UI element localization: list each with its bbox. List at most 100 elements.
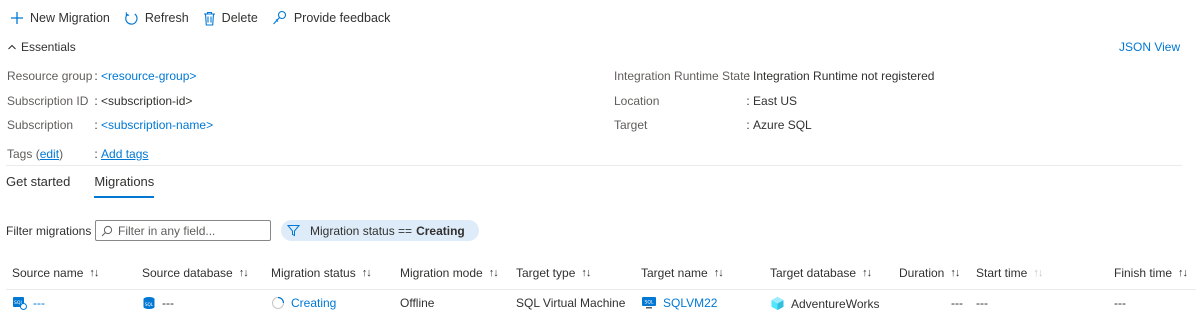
column-label: Target type xyxy=(516,266,576,280)
migration-status-link[interactable]: Creating xyxy=(291,296,336,310)
tags-edit-link[interactable]: edit xyxy=(40,147,59,161)
runtime-state-key: Integration Runtime State xyxy=(614,69,751,83)
migration-status-filter-pill[interactable]: Migration status == Creating xyxy=(281,220,479,241)
spinner-icon xyxy=(272,296,285,309)
filter-icon xyxy=(287,225,300,237)
tab-bar: Get started Migrations xyxy=(6,174,178,198)
delete-label: Delete xyxy=(221,11,258,25)
sort-icon: ↑↓ xyxy=(1033,267,1043,279)
resource-group-key: Resource group xyxy=(7,69,93,83)
cell-target-database: AdventureWorks xyxy=(770,296,879,311)
sort-icon: ↑↓ xyxy=(238,267,249,279)
column-label: Source name xyxy=(12,266,84,280)
column-label: Migration status xyxy=(271,266,356,280)
provide-feedback-button[interactable]: Provide feedback xyxy=(272,10,391,26)
subscription-id-row: Subscription ID : <subscription-id> xyxy=(7,94,193,108)
cell-finish-time: --- xyxy=(1114,296,1126,310)
column-finish-time[interactable]: Finish time ↑↓ xyxy=(1114,266,1188,280)
filter-input[interactable] xyxy=(118,223,268,238)
json-view-link[interactable]: JSON View xyxy=(1119,40,1180,54)
column-source-database[interactable]: Source database ↑↓ xyxy=(142,266,249,280)
column-start-time[interactable]: Start time ↑↓ xyxy=(976,266,1043,280)
sort-icon: ↑↓ xyxy=(361,267,372,279)
plus-icon xyxy=(11,12,23,24)
add-tags-link[interactable]: Add tags xyxy=(101,147,148,161)
chevron-up-icon xyxy=(8,44,16,50)
trash-icon xyxy=(203,11,215,26)
essentials-title: Essentials xyxy=(21,40,76,54)
target-key: Target xyxy=(614,118,648,132)
search-icon xyxy=(101,225,113,236)
target-name-link[interactable]: SQLVM22 xyxy=(663,296,717,310)
tab-get-started[interactable]: Get started xyxy=(6,174,70,198)
cell-start-time: --- xyxy=(976,296,988,310)
source-name-link[interactable]: --- xyxy=(33,296,45,310)
location-value: East US xyxy=(753,94,798,108)
resource-group-link[interactable]: <resource-group> xyxy=(101,69,196,83)
migration-mode-value: Offline xyxy=(400,296,435,310)
sort-icon: ↑↓ xyxy=(581,267,591,279)
sort-icon: ↑↓ xyxy=(713,267,724,279)
new-migration-button[interactable]: New Migration xyxy=(10,11,110,25)
column-target-type[interactable]: Target type ↑↓ xyxy=(516,266,591,280)
location-row: Location : East US xyxy=(614,94,798,108)
column-label: Start time xyxy=(976,266,1028,280)
sort-icon: ↑↓ xyxy=(89,267,99,279)
new-migration-label: New Migration xyxy=(30,11,110,25)
subscription-id-key: Subscription ID xyxy=(7,94,89,108)
sql-vm-icon: SQL xyxy=(642,297,656,309)
duration-value: --- xyxy=(951,296,963,310)
column-label: Duration xyxy=(899,266,945,280)
tab-migrations[interactable]: Migrations xyxy=(94,174,155,198)
delete-button[interactable]: Delete xyxy=(203,11,258,26)
subscription-row: Subscription : <subscription-name> xyxy=(7,118,214,132)
runtime-state-value: Integration Runtime not registered xyxy=(753,69,935,83)
essentials-toggle[interactable]: Essentials xyxy=(7,40,76,54)
filter-label: Filter migrations xyxy=(6,224,92,238)
target-row: Target : Azure SQL xyxy=(614,118,812,132)
cell-duration: --- xyxy=(951,296,963,310)
column-label: Source database xyxy=(142,266,233,280)
sql-server-icon: SQL xyxy=(13,297,27,310)
provide-feedback-label: Provide feedback xyxy=(293,11,391,25)
filter-box xyxy=(95,220,271,241)
finish-time-value: --- xyxy=(1114,296,1126,310)
refresh-icon xyxy=(125,11,138,25)
header-divider xyxy=(6,289,1196,290)
cell-migration-mode: Offline xyxy=(400,296,434,310)
column-target-name[interactable]: Target name ↑↓ xyxy=(641,266,724,280)
column-target-database[interactable]: Target database ↑↓ xyxy=(770,266,872,280)
target-type-value: SQL Virtual Machine xyxy=(516,296,626,310)
pill-value: Creating xyxy=(416,223,465,238)
sort-icon: ↑↓ xyxy=(862,267,872,279)
runtime-state-row: Integration Runtime State : Integration … xyxy=(614,69,935,83)
divider xyxy=(6,165,1182,166)
database-cube-icon xyxy=(771,297,784,310)
column-source-name[interactable]: Source name ↑↓ xyxy=(12,266,99,280)
column-label: Target database xyxy=(770,266,857,280)
column-label: Target name xyxy=(641,266,708,280)
sort-icon: ↑↓ xyxy=(488,267,499,279)
svg-text:SQL: SQL xyxy=(145,302,154,307)
refresh-button[interactable]: Refresh xyxy=(124,11,189,26)
tags-key: Tags (edit) xyxy=(7,147,64,161)
tags-label: Tags xyxy=(7,147,33,161)
pill-text: Migration status == xyxy=(310,223,413,238)
source-database-value: --- xyxy=(162,296,174,310)
column-migration-mode[interactable]: Migration mode ↑↓ xyxy=(400,266,499,280)
column-migration-status[interactable]: Migration status ↑↓ xyxy=(271,266,372,280)
column-label: Migration mode xyxy=(400,266,483,280)
refresh-label: Refresh xyxy=(144,11,189,25)
target-database-value: AdventureWorks xyxy=(791,296,880,311)
column-duration[interactable]: Duration ↑↓ xyxy=(899,266,960,280)
subscription-link[interactable]: <subscription-name> xyxy=(101,118,213,132)
subscription-id-value: <subscription-id> xyxy=(101,94,193,108)
command-bar: New Migration Refresh Delete Provide fee… xyxy=(0,0,1200,36)
tags-row: Tags (edit) : Add tags xyxy=(7,147,149,161)
target-value: Azure SQL xyxy=(753,118,812,132)
sort-icon: ↑↓ xyxy=(950,267,960,279)
cell-target-type: SQL Virtual Machine xyxy=(516,296,625,310)
location-key: Location xyxy=(614,94,660,108)
sql-database-icon: SQL xyxy=(143,297,155,309)
cell-migration-status: Creating xyxy=(271,296,336,310)
